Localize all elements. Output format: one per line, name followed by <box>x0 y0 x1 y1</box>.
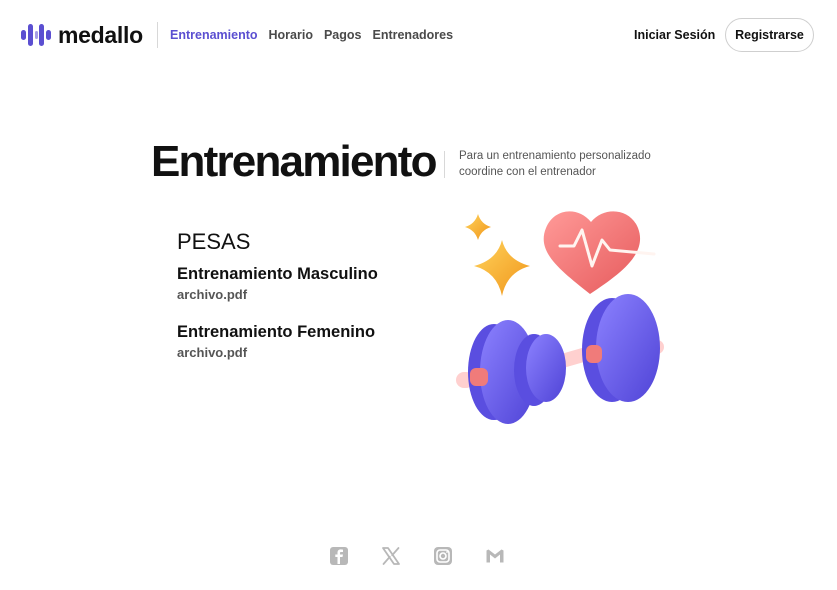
facebook-icon[interactable] <box>329 546 349 566</box>
dumbbell-heart-illustration <box>456 211 664 424</box>
top-navbar: medallo Entrenamiento Horario Pagos Entr… <box>0 0 837 70</box>
nav-item-entrenadores[interactable]: Entrenadores <box>372 28 453 42</box>
page-title: Entrenamiento <box>151 137 437 186</box>
page-subtitle: Para un entrenamiento personalizado coor… <box>459 150 651 178</box>
gmail-icon[interactable] <box>485 546 505 566</box>
brand-name: medallo <box>58 22 143 48</box>
main-nav: Entrenamiento Horario Pagos Entrenadores <box>170 28 453 42</box>
social-links <box>329 546 505 566</box>
training-item-title: Entrenamiento Masculino <box>177 265 378 283</box>
x-icon[interactable] <box>381 546 401 566</box>
nav-item-horario[interactable]: Horario <box>269 28 313 42</box>
training-item: Entrenamiento Masculino archivo.pdf <box>177 264 378 304</box>
nav-item-entrenamiento[interactable]: Entrenamiento <box>170 28 258 42</box>
login-link[interactable]: Iniciar Sesión <box>634 28 715 42</box>
instagram-icon[interactable] <box>433 546 453 566</box>
nav-item-pagos[interactable]: Pagos <box>324 28 362 42</box>
bars-logo-icon <box>21 24 51 46</box>
file-link[interactable]: archivo.pdf <box>177 286 378 304</box>
category-heading: PESAS <box>177 229 251 254</box>
brand-logo[interactable]: medallo <box>21 22 143 48</box>
training-item: Entrenamiento Femenino archivo.pdf <box>177 322 375 362</box>
training-item-title: Entrenamiento Femenino <box>177 323 376 341</box>
title-divider <box>444 151 445 178</box>
file-link[interactable]: archivo.pdf <box>177 344 375 362</box>
header-divider <box>157 22 158 48</box>
register-button[interactable]: Registrarse <box>725 18 814 52</box>
